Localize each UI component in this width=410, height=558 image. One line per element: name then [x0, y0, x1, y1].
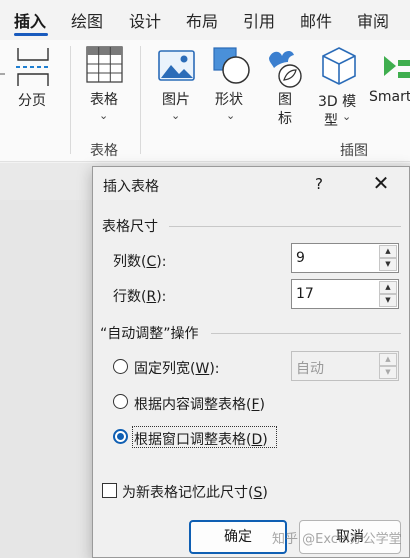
3d-models-label-1: 3D 模 — [318, 94, 357, 110]
icons-label-2: 标 — [278, 111, 292, 127]
dialog-title: 插入表格 — [103, 179, 159, 195]
spin-down-icon[interactable]: ▼ — [379, 294, 397, 307]
group-label-tables: 表格 — [90, 143, 118, 159]
spin-up-icon[interactable]: ▲ — [379, 281, 397, 294]
spin-up-icon[interactable]: ▲ — [379, 245, 397, 258]
section-autofit: “自动调整”操作 — [100, 326, 199, 342]
picture-label: 图片 — [162, 92, 190, 108]
group-divider — [140, 46, 141, 154]
shapes-label: 形状 — [215, 92, 243, 108]
fixed-width-input: 自动 — [296, 361, 324, 377]
tab-design[interactable]: 设计 — [129, 8, 161, 32]
radio-autofit-window[interactable] — [113, 429, 128, 444]
page-break-label: 分页 — [18, 93, 46, 109]
radio-fixed-width[interactable] — [113, 359, 128, 374]
fixed-width-label[interactable]: 固定列宽(W): — [134, 358, 220, 378]
radio-autofit-content[interactable] — [113, 394, 128, 409]
table-label: 表格 — [90, 92, 118, 108]
rows-spinner[interactable]: 17 ▲ ▼ — [291, 279, 399, 309]
spin-down-icon: ▼ — [379, 366, 397, 379]
watermark: 知乎 @Excel办公学堂 — [272, 532, 402, 547]
tab-layout[interactable]: 布局 — [186, 8, 218, 32]
remember-size-checkbox[interactable] — [102, 483, 117, 498]
icons-label-1: 图 — [278, 92, 292, 108]
table-grid-icon — [86, 46, 123, 83]
close-icon[interactable]: ✕ — [369, 171, 393, 195]
help-button[interactable]: ? — [315, 175, 323, 193]
section-divider — [211, 333, 401, 334]
smartart-label: Smart — [369, 89, 410, 105]
remember-size-label[interactable]: 为新表格记忆此尺寸(S) — [122, 482, 268, 502]
tab-mailings[interactable]: 邮件 — [300, 8, 332, 32]
spin-buttons: ▲ ▼ — [379, 281, 397, 307]
spin-up-icon: ▲ — [379, 353, 397, 366]
group-label-illustrations: 插图 — [340, 143, 368, 159]
page-break-icon — [16, 48, 50, 86]
section-table-size: 表格尺寸 — [102, 219, 158, 235]
3d-models-label-2: 型 — [324, 113, 338, 129]
rows-input[interactable]: 17 — [296, 286, 314, 302]
tab-references[interactable]: 引用 — [243, 8, 275, 32]
tab-draw[interactable]: 绘图 — [71, 8, 103, 32]
smartart-icon — [384, 56, 410, 78]
spin-buttons: ▲ ▼ — [379, 245, 397, 271]
icons-gallery-icon — [269, 50, 302, 88]
columns-spinner[interactable]: 9 ▲ ▼ — [291, 243, 399, 273]
group-divider — [70, 46, 71, 154]
picture-icon — [158, 50, 195, 81]
spin-down-icon[interactable]: ▼ — [379, 258, 397, 271]
autofit-content-label[interactable]: 根据内容调整表格(F) — [134, 394, 265, 414]
section-divider — [169, 226, 401, 227]
columns-input[interactable]: 9 — [296, 250, 305, 266]
rows-label: 行数(R): — [113, 289, 167, 305]
spin-buttons: ▲ ▼ — [379, 353, 397, 379]
chevron-down-icon: ⌄ — [171, 109, 181, 122]
shapes-icon — [213, 47, 250, 84]
autofit-window-label[interactable]: 根据窗口调整表格(D) — [134, 429, 268, 449]
columns-label: 列数(C): — [113, 254, 167, 270]
truncated-icon — [0, 73, 5, 75]
fixed-width-spinner: 自动 ▲ ▼ — [291, 351, 399, 381]
active-tab-indicator — [14, 33, 48, 36]
chevron-down-icon: ⌄ — [226, 109, 236, 122]
cube-3d-icon — [322, 47, 356, 85]
tab-insert[interactable]: 插入 — [14, 8, 46, 32]
insert-table-dialog: 插入表格 ? ✕ 表格尺寸 列数(C): 9 ▲ ▼ 行数(R): 17 ▲ ▼… — [92, 166, 410, 558]
chevron-down-icon: ⌄ — [99, 109, 109, 122]
ribbon-panel: 分页 表格 ⌄ 表格 图片 ⌄ 形状 ⌄ 图 标 3D 模 型 ⌄ Smart … — [0, 40, 410, 162]
ribbon-tab-bar: 插入 绘图 设计 布局 引用 邮件 审阅 — [0, 0, 410, 40]
chevron-down-icon: ⌄ — [342, 110, 352, 123]
tab-review[interactable]: 审阅 — [357, 8, 389, 32]
